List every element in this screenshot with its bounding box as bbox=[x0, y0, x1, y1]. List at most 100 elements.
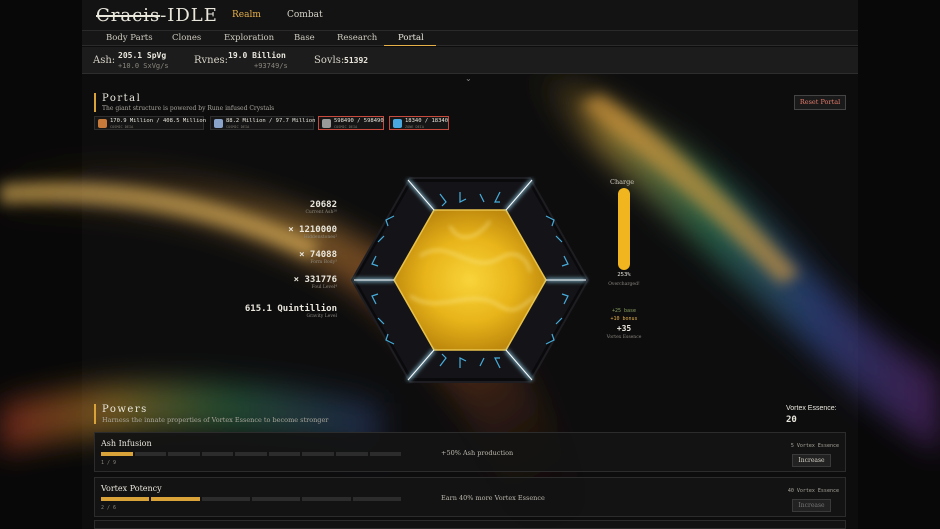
tab-exploration[interactable]: Exploration bbox=[224, 33, 274, 43]
progress-segment bbox=[302, 452, 334, 456]
runes-value: 19.0 Billion bbox=[228, 51, 286, 60]
cost-label: COSMIC DEIA bbox=[226, 125, 250, 129]
progress-segment bbox=[251, 497, 301, 501]
collapse-chevron-icon[interactable]: ⌄ bbox=[465, 74, 472, 83]
ash-label: Ash: bbox=[93, 55, 116, 66]
charge-status: Overcharged! bbox=[608, 282, 640, 287]
progress-segment bbox=[201, 497, 250, 501]
stat-label: Foul Level⁴ bbox=[311, 285, 337, 290]
portal-stats: 20682 Current Ash²⁰ × 1210000 Hiddenston… bbox=[242, 200, 337, 330]
power-progress bbox=[101, 452, 402, 456]
power-row-partial bbox=[94, 520, 846, 529]
progress-segment bbox=[369, 452, 402, 456]
increase-button[interactable]: Increase bbox=[792, 454, 831, 467]
tab-base[interactable]: Base bbox=[294, 33, 315, 43]
tab-body-parts[interactable]: Body Parts bbox=[106, 33, 153, 43]
charge-title: Charge bbox=[610, 178, 635, 186]
runes-rate: +93749/s bbox=[254, 62, 288, 70]
cost-amount: 18340 / 18340 bbox=[405, 118, 449, 124]
stat-form-body: × 74088 bbox=[299, 250, 337, 260]
stat-label: Form Body³ bbox=[310, 260, 337, 265]
portal-header: Portal The giant structure is powered by… bbox=[94, 93, 274, 112]
portal-hexagon[interactable] bbox=[350, 176, 590, 384]
tab-portal[interactable]: Portal bbox=[398, 33, 424, 43]
crystal-cyan-icon bbox=[393, 119, 402, 128]
portal-title: Portal bbox=[102, 93, 142, 104]
progress-segment bbox=[134, 452, 167, 456]
increase-button[interactable]: Increase bbox=[792, 499, 831, 512]
crystal-blue-icon bbox=[214, 119, 223, 128]
stat-label: Gravity Level bbox=[306, 314, 338, 319]
stat-current-ash: 20682 bbox=[309, 200, 337, 210]
charge-meter bbox=[618, 188, 630, 270]
power-cost: 40 Vortex Essence bbox=[787, 488, 839, 494]
powers-subtitle: Harness the innate properties of Vortex … bbox=[102, 416, 329, 424]
power-vortex-potency: Vortex Potency 2 / 6 Earn 40% more Vorte… bbox=[94, 477, 846, 517]
vortex-essence-count: 20 bbox=[786, 415, 797, 425]
power-description: +50% Ash production bbox=[441, 449, 514, 457]
progress-segment bbox=[168, 452, 200, 456]
runes-label: Rvnes: bbox=[194, 55, 229, 66]
stat-hiddenstones: × 1210000 bbox=[288, 225, 337, 235]
tab-research[interactable]: Research bbox=[337, 33, 377, 43]
logo-strike-text: Cracis bbox=[96, 5, 161, 26]
cost-label: COSMIC DEIA bbox=[334, 125, 358, 129]
power-ash-infusion: Ash Infusion 1 / 9 +50% Ash production 5… bbox=[94, 432, 846, 472]
power-progress bbox=[101, 497, 401, 501]
progress-segment bbox=[101, 497, 150, 501]
power-level: 2 / 6 bbox=[101, 505, 117, 511]
cost-label: ZONE DEIA bbox=[405, 125, 424, 129]
power-name: Vortex Potency bbox=[101, 484, 162, 493]
nav-combat[interactable]: Combat bbox=[287, 10, 323, 20]
ash-rate: +10.0 SxVg/s bbox=[118, 62, 169, 70]
game-logo[interactable]: Cracis-IDLE bbox=[96, 5, 218, 26]
portal-cost: 18340 / 18340 ZONE DEIA bbox=[389, 116, 449, 130]
stat-foul-level: × 331776 bbox=[293, 275, 337, 285]
main-panel: Cracis-IDLE Realm Combat Body Parts Clon… bbox=[82, 0, 858, 529]
souls-label: Sovls: bbox=[314, 55, 345, 66]
tab-clones[interactable]: Clones bbox=[172, 33, 201, 43]
progress-segment bbox=[151, 497, 200, 501]
crystal-orange-icon bbox=[98, 119, 107, 128]
progress-segment bbox=[335, 452, 368, 456]
progress-segment bbox=[101, 452, 133, 456]
power-level: 1 / 9 bbox=[101, 460, 117, 466]
cost-label: COSMIC DEIA bbox=[110, 125, 134, 129]
stat-label: Current Ash²⁰ bbox=[305, 210, 337, 215]
progress-segment bbox=[235, 452, 267, 456]
progress-segment bbox=[302, 497, 351, 501]
power-name: Ash Infusion bbox=[101, 439, 152, 448]
top-bar: Cracis-IDLE Realm Combat bbox=[82, 0, 858, 31]
portal-subtitle: The giant structure is powered by Rune i… bbox=[102, 105, 275, 112]
essence-total: +35 bbox=[616, 324, 632, 333]
cost-amount: 170.9 Million / 408.5 Million bbox=[110, 118, 207, 124]
nav-realm[interactable]: Realm bbox=[232, 10, 261, 20]
charge-fill bbox=[618, 188, 630, 270]
souls-value: 51392 bbox=[344, 56, 369, 65]
essence-label: Vortex Essence bbox=[606, 335, 642, 340]
powers-title: Powers bbox=[102, 404, 148, 415]
progress-segment bbox=[352, 497, 401, 501]
portal-cost: 598490 / 598490 COSMIC DEIA bbox=[318, 116, 384, 130]
logo-text: -IDLE bbox=[160, 5, 218, 26]
progress-segment bbox=[201, 452, 234, 456]
vortex-essence-label: Vortex Essence: bbox=[786, 405, 837, 412]
power-description: Earn 40% more Vortex Essence bbox=[441, 494, 545, 502]
stat-gravity-level: 615.1 Quintillion bbox=[244, 304, 337, 314]
reset-portal-button[interactable]: Reset Portal bbox=[794, 95, 846, 110]
ash-value: 205.1 SpVg bbox=[118, 51, 167, 60]
essence-base: +25 base bbox=[611, 308, 637, 314]
powers-header: Powers Harness the innate properties of … bbox=[94, 404, 328, 424]
resource-bar: Ash: 205.1 SpVg +10.0 SxVg/s Rvnes: 19.0… bbox=[82, 47, 858, 74]
ore-grey-icon bbox=[322, 119, 331, 128]
stat-label: Hiddenstones² bbox=[303, 235, 337, 240]
essence-bonus: +10 bonus bbox=[610, 316, 638, 322]
progress-segment bbox=[268, 452, 301, 456]
portal-cost: 170.9 Million / 408.5 Million COSMIC DEI… bbox=[94, 116, 207, 130]
sub-tabs: Body Parts Clones Exploration Base Resea… bbox=[82, 31, 858, 46]
charge-percent: 253% bbox=[617, 272, 631, 278]
cost-amount: 88.2 Million / 97.7 Million bbox=[226, 118, 316, 124]
cost-amount: 598490 / 598490 bbox=[334, 118, 384, 124]
portal-cost: 88.2 Million / 97.7 Million COSMIC DEIA bbox=[210, 116, 316, 130]
active-tab-indicator bbox=[384, 45, 436, 46]
